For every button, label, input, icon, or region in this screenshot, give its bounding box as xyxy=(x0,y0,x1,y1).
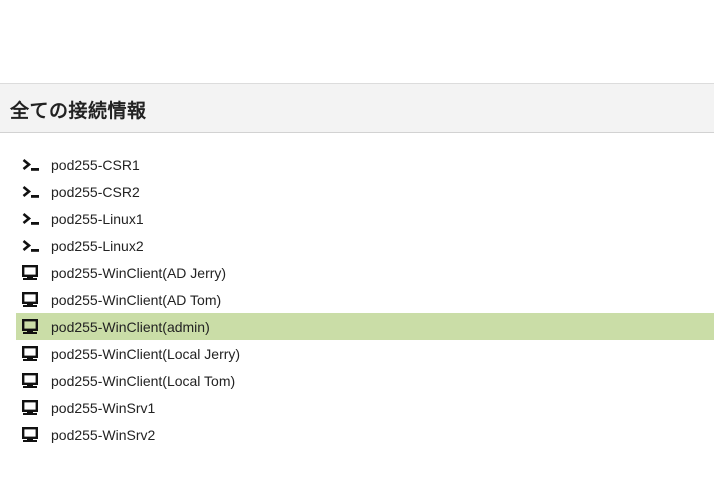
connection-name: pod255-WinClient(Local Jerry) xyxy=(51,345,241,362)
connection-item[interactable]: pod255-CSR1 xyxy=(16,151,714,178)
connection-item[interactable]: pod255-WinClient(AD Tom) xyxy=(16,286,714,313)
connection-item[interactable]: pod255-WinSrv1 xyxy=(16,394,714,421)
section-title: 全ての接続情報 xyxy=(10,100,147,122)
desktop-icon xyxy=(22,400,42,416)
desktop-icon xyxy=(22,319,42,335)
connection-name: pod255-WinClient(Local Tom) xyxy=(51,372,236,389)
connection-item[interactable]: pod255-WinSrv2 xyxy=(16,421,714,448)
connection-name: pod255-Linux2 xyxy=(51,237,144,254)
connection-item-selected[interactable]: pod255-WinClient(admin) xyxy=(16,313,714,340)
desktop-icon xyxy=(22,373,42,389)
connection-item[interactable]: pod255-CSR2 xyxy=(16,178,714,205)
connection-item[interactable]: pod255-WinClient(Local Jerry) xyxy=(16,340,714,367)
connection-item[interactable]: pod255-Linux2 xyxy=(16,232,714,259)
connection-list: pod255-CSR1 pod255-CSR2 pod255-Linux1 po… xyxy=(16,151,714,448)
connection-item[interactable]: pod255-Linux1 xyxy=(16,205,714,232)
connections-page: 全ての接続情報 pod255-CSR1 pod255-CSR2 pod255-L… xyxy=(0,0,714,501)
connection-name: pod255-WinClient(admin) xyxy=(51,318,210,335)
section-header: 全ての接続情報 xyxy=(0,83,714,133)
terminal-icon xyxy=(22,157,42,173)
terminal-icon xyxy=(22,184,42,200)
connection-name: pod255-WinSrv1 xyxy=(51,399,156,416)
desktop-icon xyxy=(22,265,42,281)
desktop-icon xyxy=(22,346,42,362)
connection-name: pod255-CSR2 xyxy=(51,183,140,200)
connection-item[interactable]: pod255-WinClient(AD Jerry) xyxy=(16,259,714,286)
terminal-icon xyxy=(22,211,42,227)
desktop-icon xyxy=(22,427,42,443)
terminal-icon xyxy=(22,238,42,254)
desktop-icon xyxy=(22,292,42,308)
connection-name: pod255-WinClient(AD Jerry) xyxy=(51,264,227,281)
connection-name: pod255-Linux1 xyxy=(51,210,144,227)
connection-name: pod255-WinClient(AD Tom) xyxy=(51,291,222,308)
connection-name: pod255-WinSrv2 xyxy=(51,426,156,443)
connection-item[interactable]: pod255-WinClient(Local Tom) xyxy=(16,367,714,394)
connection-name: pod255-CSR1 xyxy=(51,156,140,173)
